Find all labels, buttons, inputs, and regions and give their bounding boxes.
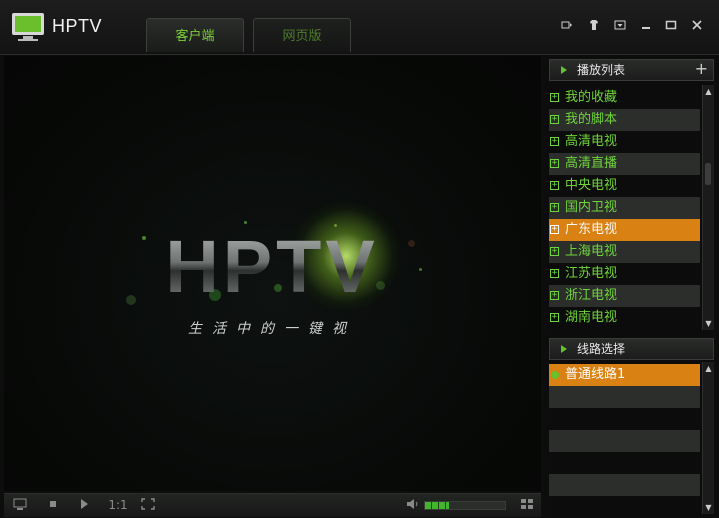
scroll-up-icon[interactable]: ▲: [703, 86, 714, 97]
playlist-item[interactable]: + 我的脚本: [549, 109, 700, 131]
expand-icon[interactable]: +: [550, 203, 559, 212]
playlist-item[interactable]: + 浙江电视: [549, 285, 700, 307]
route-empty-row: [549, 386, 700, 408]
tab-client[interactable]: 客户端: [146, 18, 244, 52]
expand-icon[interactable]: +: [550, 247, 559, 256]
playlist-item-label: 广东电视: [565, 222, 618, 237]
expand-icon[interactable]: +: [550, 269, 559, 278]
playlist-item-label: 上海电视: [565, 244, 618, 259]
playlist-item-label: 我的收藏: [565, 90, 618, 105]
stop-icon[interactable]: [46, 498, 60, 513]
particle: [142, 236, 146, 240]
playback-control-bar: 1:1: [4, 493, 541, 517]
route-empty-row: [549, 408, 700, 430]
mini-mode-icon[interactable]: [560, 19, 574, 33]
playlist-item[interactable]: + 江苏电视: [549, 263, 700, 285]
playlist-item-label: 高清电视: [565, 134, 618, 149]
expand-icon[interactable]: +: [550, 181, 559, 190]
playlist-item[interactable]: + 高清直播: [549, 153, 700, 175]
playlist-item-label: 我的脚本: [565, 112, 618, 127]
aspect-ratio-button[interactable]: 1:1: [106, 498, 130, 513]
particle: [408, 240, 415, 247]
route-empty-row: [549, 474, 700, 496]
scroll-thumb[interactable]: [705, 163, 711, 185]
fullscreen-icon[interactable]: [140, 498, 156, 513]
collapse-arrow-icon: [561, 345, 567, 353]
splash-logo: HPTV: [152, 224, 392, 309]
expand-icon[interactable]: +: [550, 313, 559, 322]
maximize-icon[interactable]: [664, 19, 678, 33]
playlist-item[interactable]: + 中央电视: [549, 175, 700, 197]
playlist-toggle-icon[interactable]: [519, 498, 535, 513]
minimize-icon[interactable]: [639, 19, 653, 33]
playlist-item[interactable]: + 国内卫视: [549, 197, 700, 219]
scroll-up-icon[interactable]: ▲: [703, 363, 714, 374]
playlist-item[interactable]: + 湖南电视: [549, 307, 700, 329]
playlist-item-label: 高清直播: [565, 156, 618, 171]
expand-icon[interactable]: +: [550, 115, 559, 124]
scroll-down-icon[interactable]: ▼: [703, 502, 714, 513]
route-list: 普通线路1: [549, 364, 700, 496]
skin-icon[interactable]: [587, 19, 601, 33]
playlist-scrollbar[interactable]: ▲ ▼: [702, 85, 714, 330]
menu-icon[interactable]: [613, 19, 627, 33]
playlist-item[interactable]: + 上海电视: [549, 241, 700, 263]
playlist-item-label: 国内卫视: [565, 200, 618, 215]
collapse-arrow-icon: [561, 66, 567, 74]
scroll-down-icon[interactable]: ▼: [703, 318, 714, 329]
route-header[interactable]: 线路选择: [549, 338, 714, 360]
playlist-header-label: 播放列表: [577, 63, 626, 77]
expand-icon[interactable]: +: [550, 159, 559, 168]
screen-icon[interactable]: [12, 498, 28, 513]
expand-icon[interactable]: +: [550, 225, 559, 234]
volume-slider[interactable]: [424, 501, 506, 510]
route-header-label: 线路选择: [577, 342, 626, 356]
route-status-icon: [551, 371, 559, 379]
playlist-item-label: 江苏电视: [565, 266, 618, 281]
sidebar: 播放列表 + + 我的收藏 + 我的脚本 + 高清电视 + 高清直播 + 中央电视 + 国内卫视 + 广东…: [545, 56, 719, 518]
volume-level: [425, 502, 449, 509]
close-icon[interactable]: [690, 19, 704, 33]
playlist-item-label: 湖南电视: [565, 310, 618, 325]
particle: [126, 295, 136, 305]
app-title: HPTV: [52, 16, 103, 36]
playlist-item-label: 中央电视: [565, 178, 618, 193]
playlist-header[interactable]: 播放列表 +: [549, 59, 714, 81]
route-item-label: 普通线路1: [565, 367, 626, 382]
expand-icon[interactable]: +: [550, 137, 559, 146]
particle: [419, 268, 422, 271]
playlist-item[interactable]: + 高清电视: [549, 131, 700, 153]
title-bar: HPTV 客户端 网页版: [0, 0, 719, 55]
add-playlist-button[interactable]: +: [695, 59, 708, 79]
playlist-item[interactable]: + 我的收藏: [549, 87, 700, 109]
route-item[interactable]: 普通线路1: [549, 364, 700, 386]
playlist-list: + 我的收藏 + 我的脚本 + 高清电视 + 高清直播 + 中央电视 + 国内卫视 + 广东电视 + 上海电视…: [549, 87, 700, 329]
playlist-item[interactable]: + 广东电视: [549, 219, 700, 241]
video-player[interactable]: HPTV 生活中的一键视: [4, 56, 541, 491]
expand-icon[interactable]: +: [550, 93, 559, 102]
expand-icon[interactable]: +: [550, 291, 559, 300]
play-icon[interactable]: [77, 498, 91, 513]
tv-logo-icon: [12, 13, 44, 41]
playlist-item-label: 浙江电视: [565, 288, 618, 303]
route-empty-row: [549, 452, 700, 474]
volume-icon[interactable]: [405, 498, 421, 513]
route-empty-row: [549, 430, 700, 452]
splash-tagline: 生活中的一键视: [188, 321, 356, 337]
tab-web[interactable]: 网页版: [253, 18, 351, 52]
route-scrollbar[interactable]: ▲ ▼: [702, 362, 714, 514]
